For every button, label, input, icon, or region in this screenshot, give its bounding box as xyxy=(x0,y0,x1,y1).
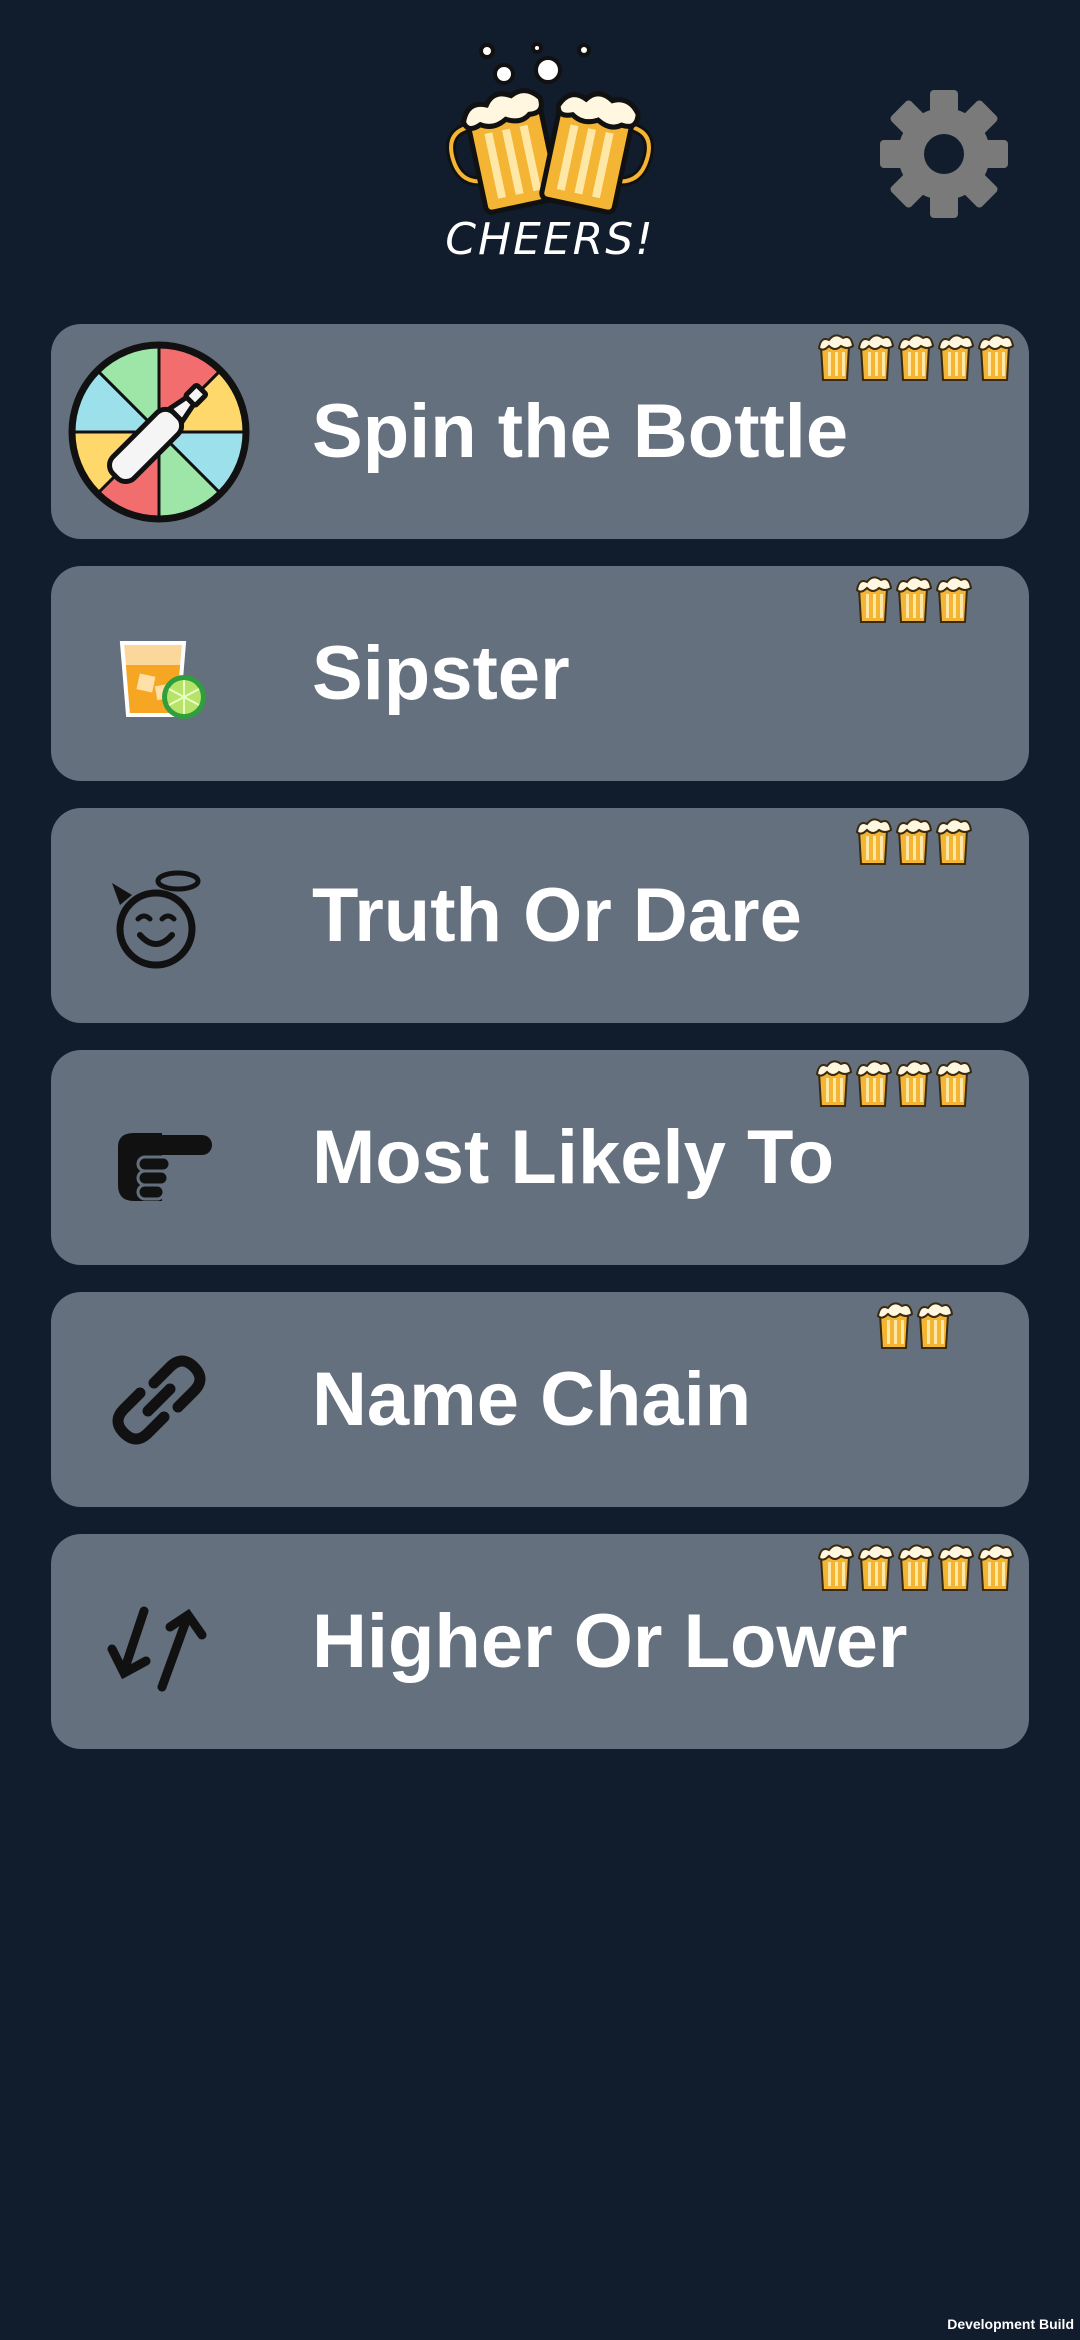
beer-mug-icon xyxy=(857,332,895,382)
app-logo: CHEERS! xyxy=(440,36,660,281)
app-logo-text: CHEERS! xyxy=(445,214,655,265)
beer-mug-icon xyxy=(897,1542,935,1592)
beer-mug-icon xyxy=(937,332,975,382)
settings-button[interactable] xyxy=(878,88,1010,220)
drink-rating xyxy=(855,574,973,624)
spin-wheel-bottle-icon xyxy=(68,341,250,523)
main-menu-screen: CHEERS! Spin the Bottle Sipster Truth Or… xyxy=(0,0,1080,2340)
up-down-arrows-icon xyxy=(107,1606,207,1692)
drink-rating xyxy=(876,1300,954,1350)
game-label: Sipster xyxy=(312,631,570,716)
chain-link-icon xyxy=(112,1355,206,1445)
beer-mug-icon xyxy=(935,574,973,624)
drink-rating xyxy=(817,1542,1015,1592)
beer-mug-icon xyxy=(977,1542,1015,1592)
drink-rating xyxy=(855,816,973,866)
beer-mug-icon xyxy=(817,332,855,382)
game-card-truth-or-dare[interactable]: Truth Or Dare xyxy=(51,808,1029,1023)
game-card-most-likely-to[interactable]: Most Likely To xyxy=(51,1050,1029,1265)
beer-mugs-toast-icon xyxy=(446,42,654,215)
beer-mug-icon xyxy=(855,574,893,624)
beer-mug-icon xyxy=(815,1058,853,1108)
game-label: Most Likely To xyxy=(312,1115,835,1200)
beer-mug-icon xyxy=(857,1542,895,1592)
beer-mug-icon xyxy=(916,1300,954,1350)
beer-mug-icon xyxy=(855,816,893,866)
drink-rating xyxy=(815,1058,973,1108)
beer-mug-icon xyxy=(817,1542,855,1592)
gear-icon xyxy=(880,90,1008,218)
beer-mug-icon xyxy=(937,1542,975,1592)
game-card-higher-or-lower[interactable]: Higher Or Lower xyxy=(51,1534,1029,1749)
cocktail-glass-lime-icon xyxy=(119,641,206,719)
pointing-hand-icon xyxy=(118,1133,212,1201)
beer-mug-icon xyxy=(855,1058,893,1108)
beer-mug-icon xyxy=(876,1300,914,1350)
game-card-spin-the-bottle[interactable]: Spin the Bottle xyxy=(51,324,1029,539)
game-label: Name Chain xyxy=(312,1357,752,1442)
game-card-sipster[interactable]: Sipster xyxy=(51,566,1029,781)
beer-mug-icon xyxy=(895,816,933,866)
game-card-name-chain[interactable]: Name Chain xyxy=(51,1292,1029,1507)
beer-mug-icon xyxy=(895,1058,933,1108)
beer-mug-icon xyxy=(895,574,933,624)
beer-mug-icon xyxy=(935,1058,973,1108)
beer-mug-icon xyxy=(977,332,1015,382)
beer-mug-icon xyxy=(897,332,935,382)
beer-mug-icon xyxy=(935,816,973,866)
development-build-label: Development Build xyxy=(947,2316,1074,2332)
game-label: Truth Or Dare xyxy=(312,873,802,958)
smiling-face-halo-horns-icon xyxy=(112,870,201,969)
drink-rating xyxy=(817,332,1015,382)
games-list: Spin the Bottle Sipster Truth Or Dare Mo… xyxy=(51,324,1029,1776)
game-label: Spin the Bottle xyxy=(312,389,849,474)
